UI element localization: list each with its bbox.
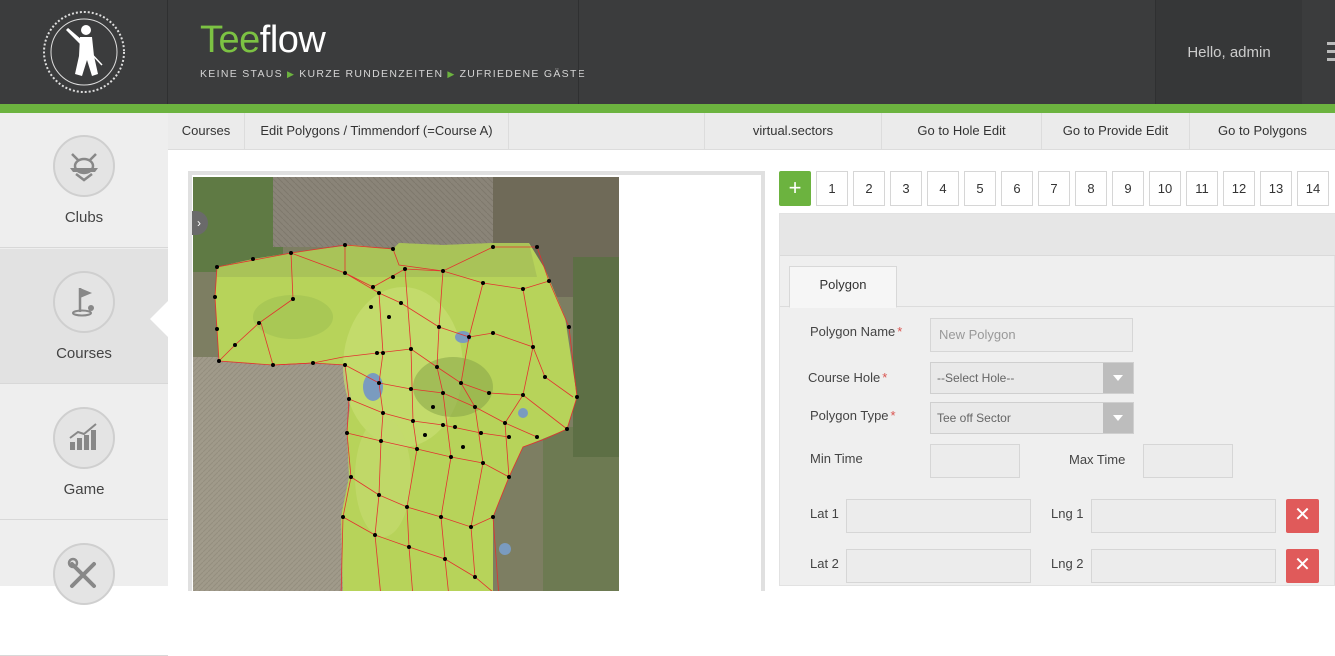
lng1-label: Lng 1 (1051, 506, 1084, 521)
hole-button[interactable]: 11 (1186, 171, 1218, 206)
polygon-type-label-text: Polygon Type (810, 408, 889, 423)
required-mark: * (890, 408, 896, 423)
hole-button[interactable]: 13 (1260, 171, 1292, 206)
lat1-label: Lat 1 (810, 506, 839, 521)
map-panel: › (188, 171, 765, 591)
sidebar-item-tools[interactable] (0, 521, 168, 656)
delete-row-button[interactable]: ✕ (1286, 549, 1319, 583)
sub-navigation: Courses Edit Polygons / Timmendorf (=Cou… (168, 113, 1335, 150)
course-hole-label: Course Hole * (808, 370, 887, 385)
hole-button[interactable]: 1 (816, 171, 848, 206)
sidebar-item-courses[interactable]: Courses (0, 249, 168, 384)
min-time-input[interactable] (930, 444, 1020, 478)
breadcrumb-edit-polygons[interactable]: Edit Polygons / Timmendorf (=Course A) (245, 113, 509, 149)
lng2-input[interactable] (1091, 549, 1276, 583)
hole-button[interactable]: 3 (890, 171, 922, 206)
satellite-map[interactable] (193, 177, 619, 591)
sidebar-item-label: Game (63, 481, 105, 498)
golfer-logo-icon (42, 11, 125, 93)
go-to-provide-edit-link[interactable]: Go to Provide Edit (1042, 113, 1190, 149)
active-indicator (150, 301, 168, 337)
polygon-name-label-text: Polygon Name (810, 324, 896, 339)
course-hole-label-text: Course Hole (808, 370, 881, 385)
tools-icon (53, 543, 115, 605)
hole-button[interactable]: 9 (1112, 171, 1144, 206)
delete-row-button[interactable]: ✕ (1286, 499, 1319, 533)
panel-header (780, 214, 1335, 256)
hole-button[interactable]: 4 (927, 171, 959, 206)
required-mark: * (897, 324, 903, 339)
polygon-type-value: Tee off Sector (937, 411, 1011, 425)
polygon-type-select[interactable]: Tee off Sector (930, 402, 1134, 434)
brand: Teeflow KEINE STAUS ▶ KURZE RUNDENZEITEN ▶ Z… (200, 20, 586, 80)
max-time-label: Max Time (1069, 452, 1126, 467)
course-hole-select[interactable]: --Select Hole-- (930, 362, 1134, 394)
lat2-input[interactable] (846, 549, 1031, 583)
polygon-name-input[interactable]: New Polygon (930, 318, 1133, 352)
sidebar-item-clubs[interactable]: Clubs (0, 113, 168, 248)
header-divider (578, 0, 579, 104)
club-crest-icon (53, 135, 115, 197)
tab-polygon[interactable]: Polygon (789, 266, 897, 308)
hole-button[interactable]: 2 (853, 171, 885, 206)
sidebar-item-game[interactable]: Game (0, 385, 168, 520)
max-time-input[interactable] (1143, 444, 1233, 478)
hole-button[interactable]: 8 (1075, 171, 1107, 206)
go-to-hole-edit-link[interactable]: Go to Hole Edit (882, 113, 1042, 149)
breadcrumb-courses[interactable]: Courses (168, 113, 245, 149)
hole-button[interactable]: 10 (1149, 171, 1181, 206)
user-greeting[interactable]: Hello, admin (1156, 0, 1302, 104)
chevron-down-icon (1103, 403, 1133, 433)
hole-button[interactable]: 12 (1223, 171, 1255, 206)
virtual-sectors-link[interactable]: virtual.sectors (704, 113, 882, 149)
golf-flag-icon (53, 271, 115, 333)
hole-button[interactable]: 14 (1297, 171, 1329, 206)
course-hole-value: --Select Hole-- (937, 371, 1015, 385)
lng1-input[interactable] (1091, 499, 1276, 533)
hole-button[interactable]: 6 (1001, 171, 1033, 206)
chevron-down-icon (1103, 363, 1133, 393)
polygon-name-label: Polygon Name * (810, 324, 902, 339)
brand-name-tee: Tee (200, 19, 260, 61)
hole-button[interactable]: 5 (964, 171, 996, 206)
sidebar-item-label: Courses (56, 345, 112, 362)
add-polygon-button[interactable]: + (779, 171, 811, 206)
tagline-part: KURZE RUNDENZEITEN (299, 68, 444, 80)
min-time-label: Min Time (810, 451, 863, 466)
tagline-part: ZUFRIEDENE GÄSTE (459, 68, 586, 80)
menu-icon[interactable] (1303, 0, 1335, 104)
brand-name: Teeflow (200, 20, 586, 60)
required-mark: * (882, 370, 888, 385)
top-header: Teeflow KEINE STAUS ▶ KURZE RUNDENZEITEN ▶ Z… (0, 0, 1335, 113)
sidebar-item-label: Clubs (64, 209, 104, 226)
polygon-form-panel: Polygon Polygon Name * New Polygon Course… (779, 213, 1335, 586)
lat2-label: Lat 2 (810, 556, 839, 571)
accent-bar (0, 104, 1335, 113)
hole-button[interactable]: 7 (1038, 171, 1070, 206)
sidebar: Clubs Courses Game (0, 113, 168, 656)
tagline-part: KEINE STAUS (200, 68, 283, 80)
polygon-type-label: Polygon Type * (810, 408, 896, 423)
lat1-input[interactable] (846, 499, 1031, 533)
brand-name-flow: flow (259, 19, 326, 61)
logo[interactable] (0, 0, 168, 104)
tagline: KEINE STAUS ▶ KURZE RUNDENZEITEN ▶ ZUFRIEDEN… (200, 68, 586, 80)
bar-chart-icon (53, 407, 115, 469)
go-to-polygons-link[interactable]: Go to Polygons (1190, 113, 1335, 149)
lng2-label: Lng 2 (1051, 556, 1084, 571)
